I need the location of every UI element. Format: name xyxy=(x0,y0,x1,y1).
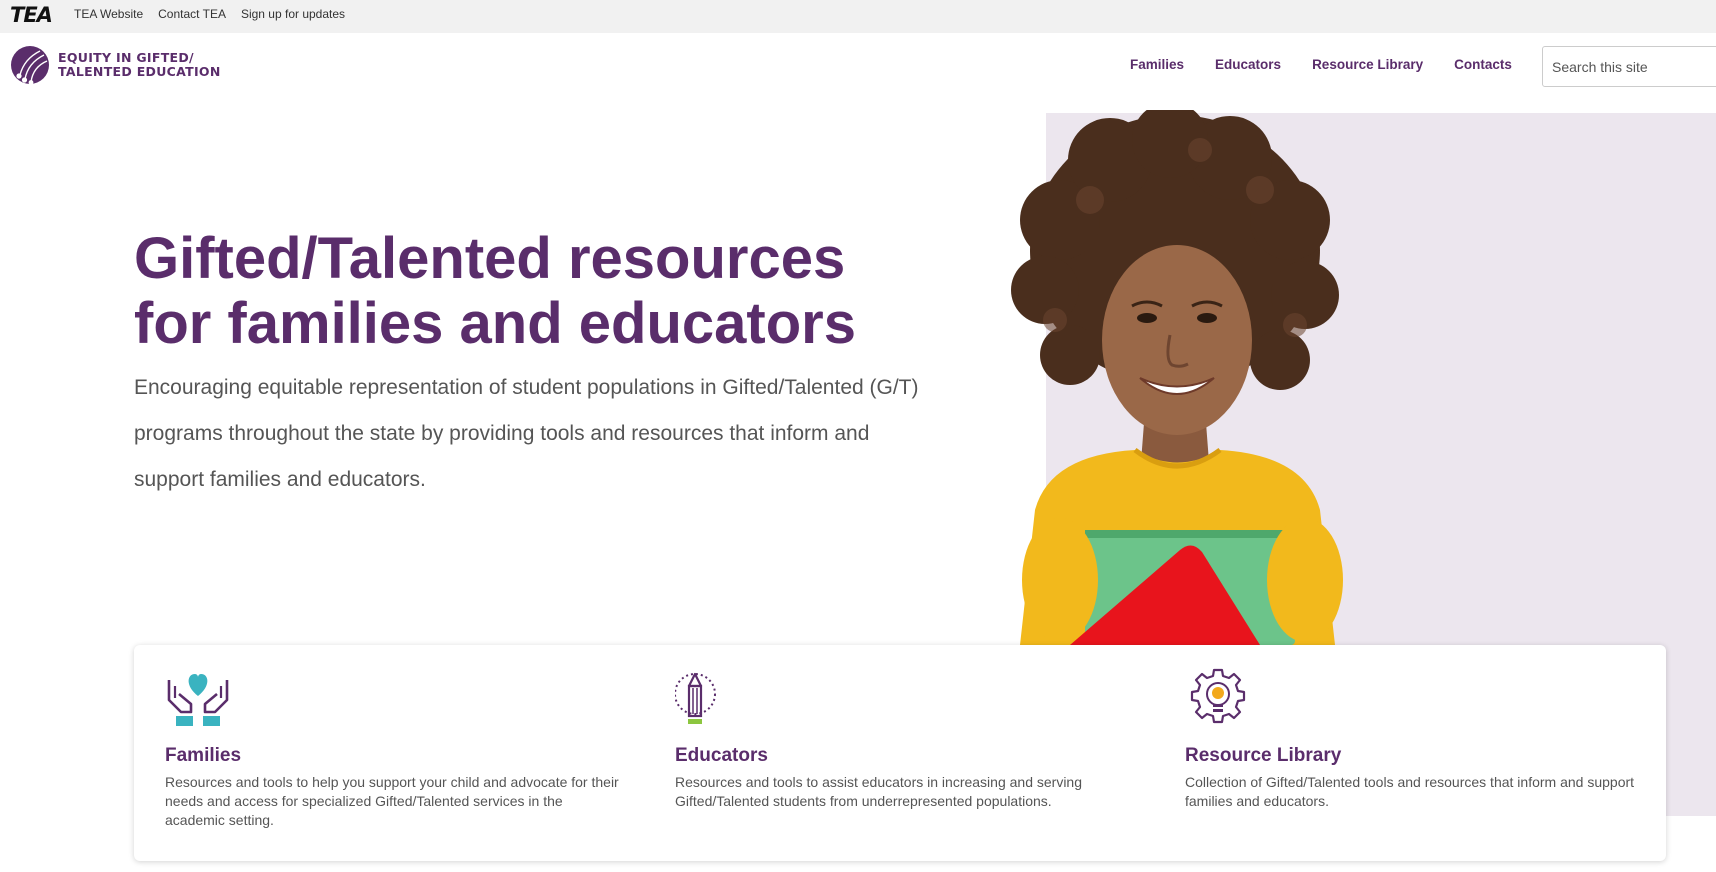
card-description: Resources and tools to help you support … xyxy=(165,774,619,828)
hero-student-image xyxy=(1011,110,1343,645)
face-shape xyxy=(1102,245,1252,435)
feature-cards: Families Resources and tools to help you… xyxy=(134,645,1666,861)
search-input[interactable] xyxy=(1542,46,1716,87)
card-description: Collection of Gifted/Talented tools and … xyxy=(1185,774,1635,809)
utility-link-sign-up[interactable]: Sign up for updates xyxy=(241,7,345,21)
card-families[interactable]: Families Resources and tools to help you… xyxy=(165,668,625,830)
card-title: Resource Library xyxy=(1185,745,1342,766)
utility-link-contact-tea[interactable]: Contact TEA xyxy=(158,7,226,21)
brand-line-1: EQUITY IN GIFTED/ xyxy=(58,50,194,65)
nav-resource-library[interactable]: Resource Library xyxy=(1312,57,1423,72)
nav-contacts[interactable]: Contacts xyxy=(1454,57,1512,72)
utility-link-tea-website[interactable]: TEA Website xyxy=(74,7,143,21)
gear-lightbulb-icon xyxy=(1190,668,1246,724)
site-header: EQUITY IN GIFTED/ TALENTED EDUCATION Fam… xyxy=(10,34,1716,114)
utility-bar: TEA TEA Website Contact TEA Sign up for … xyxy=(0,0,1716,33)
hands-heart-icon xyxy=(167,674,229,726)
hero-title-line-1: Gifted/Talented resources xyxy=(134,226,846,291)
pencil-icon xyxy=(674,672,716,724)
hero-title-line-2: for families and educators xyxy=(134,291,856,356)
brand-mark-icon xyxy=(11,46,49,85)
hero-title: Gifted/Talented resources for families a… xyxy=(134,226,934,356)
utility-links: TEA Website Contact TEA Sign up for upda… xyxy=(74,0,360,28)
brand-text: EQUITY IN GIFTED/ TALENTED EDUCATION xyxy=(58,51,221,79)
card-resource-library[interactable]: Resource Library Collection of Gifted/Ta… xyxy=(1185,668,1645,811)
tea-logo[interactable]: TEA xyxy=(10,3,53,27)
card-educators[interactable]: Educators Resources and tools to assist … xyxy=(674,668,1135,811)
card-title: Educators xyxy=(675,745,768,766)
brand-logo[interactable]: EQUITY IN GIFTED/ TALENTED EDUCATION xyxy=(10,45,221,85)
card-description: Resources and tools to assist educators … xyxy=(675,774,1082,809)
nav-educators[interactable]: Educators xyxy=(1215,57,1281,72)
main-nav: Families Educators Resource Library Cont… xyxy=(1130,57,1543,72)
card-title: Families xyxy=(165,745,242,766)
nav-families[interactable]: Families xyxy=(1130,57,1184,72)
hero-subtitle: Encouraging equitable representation of … xyxy=(134,376,919,491)
brand-line-2: TALENTED EDUCATION xyxy=(58,64,221,79)
